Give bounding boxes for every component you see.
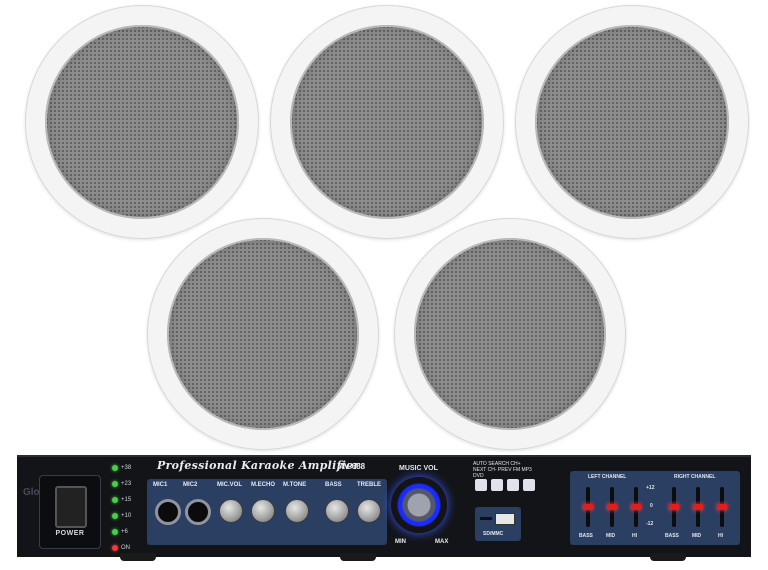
eq-slider-right-hi[interactable] (717, 487, 727, 527)
amplifier-title: Professional Karaoke Amplifier (157, 459, 360, 472)
eq-scale-bot: -12 (646, 521, 654, 527)
model-number: AV-688 (339, 462, 366, 471)
mtone-label: M.TONE (283, 482, 307, 488)
eq-slider-right-bass[interactable] (669, 487, 679, 527)
led-indicator (112, 513, 118, 519)
mtone-knob[interactable] (285, 499, 309, 523)
eq-slider-left-mid[interactable] (607, 487, 617, 527)
music-volume-knob[interactable] (391, 477, 447, 533)
eq-band-label: BASS (665, 533, 679, 539)
usb-label: SD/MMC (483, 531, 504, 537)
mic2-jack[interactable] (185, 499, 211, 525)
power-section: POWER (39, 475, 101, 549)
mecho-knob[interactable] (251, 499, 275, 523)
mic1-label: MIC1 (153, 482, 168, 488)
ceiling-speaker-4 (147, 218, 379, 450)
power-switch[interactable] (55, 486, 87, 528)
speaker-grille (535, 25, 729, 219)
next-button[interactable] (491, 479, 503, 491)
usb-sd-panel: SD/MMC (475, 507, 521, 541)
ceiling-speaker-1 (25, 5, 259, 239)
eq-band-label: HI (632, 533, 637, 539)
speaker-grille (167, 238, 359, 430)
karaoke-amplifier: Globalink POWER +38 +23 +15 +10 +6 ON Pr… (17, 455, 751, 557)
amplifier-foot-right (650, 553, 686, 561)
treble-label: TREBLE (357, 482, 381, 488)
mic1-jack[interactable] (155, 499, 181, 525)
right-channel-label: RIGHT CHANNEL (674, 474, 716, 480)
usb-port[interactable] (495, 513, 515, 525)
eq-band-label: BASS (579, 533, 593, 539)
eq-slider-left-hi[interactable] (631, 487, 641, 527)
eq-band-label: MID (606, 533, 616, 539)
ceiling-speaker-3 (515, 5, 749, 239)
eq-scale-top: +12 (646, 485, 655, 491)
music-vol-min-label: MIN (395, 539, 406, 545)
led-indicator (112, 529, 118, 535)
power-label: POWER (55, 530, 85, 537)
amplifier-foot-mid (340, 553, 376, 561)
mic-vol-knob[interactable] (219, 499, 243, 523)
treble-knob[interactable] (357, 499, 381, 523)
auto-search-button[interactable] (475, 479, 487, 491)
speaker-grille (414, 238, 606, 430)
media-buttons (475, 479, 535, 491)
ceiling-speaker-2 (270, 5, 504, 239)
speaker-grille (290, 25, 484, 219)
eq-band-label: HI (718, 533, 723, 539)
led-indicator (112, 481, 118, 487)
level-meter: +38 +23 +15 +10 +6 ON (112, 463, 152, 555)
prev-button[interactable] (507, 479, 519, 491)
left-channel-label: LEFT CHANNEL (588, 474, 627, 480)
mic-vol-label: MIC.VOL (217, 482, 242, 488)
eq-scale-mid: 0 (650, 503, 653, 509)
mecho-label: M.ECHO (251, 482, 275, 488)
led-indicator (112, 497, 118, 503)
music-vol-max-label: MAX (435, 539, 449, 545)
power-on-led (112, 545, 118, 551)
bass-knob[interactable] (325, 499, 349, 523)
music-vol-label: MUSIC VOL (399, 465, 438, 472)
eq-band-label: MID (692, 533, 702, 539)
ceiling-speaker-5 (394, 218, 626, 450)
bass-label: BASS (325, 482, 342, 488)
speaker-grille (45, 25, 239, 219)
sd-card-slot[interactable] (480, 517, 492, 520)
graphic-equalizer: LEFT CHANNEL RIGHT CHANNEL +12 0 -12 BAS… (570, 471, 740, 545)
mic2-label: MIC2 (183, 482, 198, 488)
eq-slider-left-bass[interactable] (583, 487, 593, 527)
led-indicator (112, 465, 118, 471)
mode-button[interactable] (523, 479, 535, 491)
eq-slider-right-mid[interactable] (693, 487, 703, 527)
amplifier-foot-left (120, 553, 156, 561)
media-button-labels: AUTO SEARCH CH+ NEXT CH- PREV FM MP3 DVD (473, 461, 532, 479)
mic-control-panel: MIC1 MIC2 MIC.VOL M.ECHO M.TONE BASS TRE… (147, 479, 387, 545)
